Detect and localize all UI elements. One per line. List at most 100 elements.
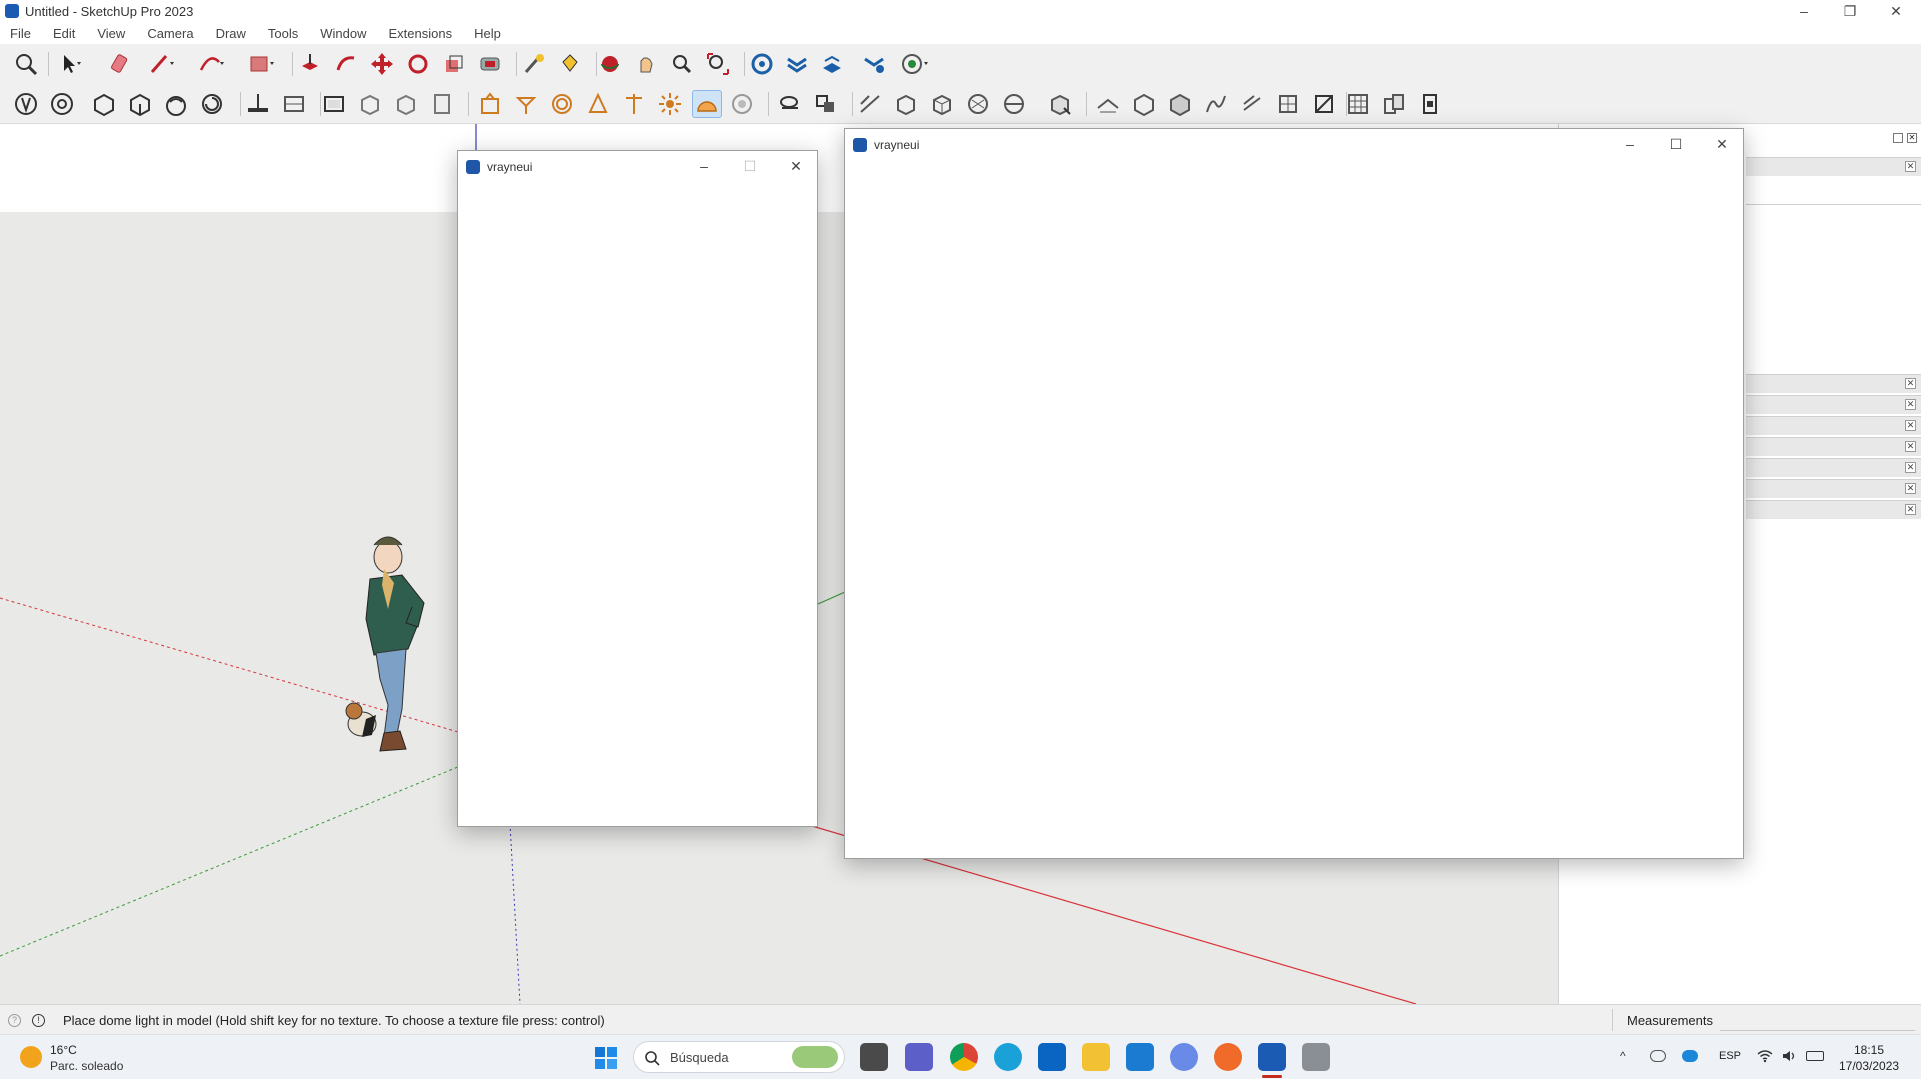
- vray-mesh-clipper-icon[interactable]: [892, 90, 922, 118]
- push-pull-icon[interactable]: [296, 50, 326, 78]
- close-button[interactable]: ✕: [1873, 0, 1919, 22]
- clock-date[interactable]: 17/03/2023: [1839, 1059, 1899, 1073]
- rotate-icon[interactable]: [404, 50, 434, 78]
- views-top-icon[interactable]: [48, 90, 78, 118]
- menu-edit[interactable]: Edit: [53, 26, 75, 41]
- views-front-icon[interactable]: [90, 90, 120, 118]
- file-explorer-icon[interactable]: [1082, 1043, 1110, 1071]
- tray-pin-icon[interactable]: [1893, 133, 1903, 143]
- vray-settings-icon[interactable]: [860, 50, 890, 78]
- section-plane-icon[interactable]: [244, 90, 274, 118]
- grid-icon[interactable]: [1344, 90, 1374, 118]
- edge-icon[interactable]: [994, 1043, 1022, 1071]
- panel-close-icon[interactable]: ✕: [1905, 441, 1916, 452]
- panel-close-icon[interactable]: ✕: [1905, 378, 1916, 389]
- sandbox-from-scratch-icon[interactable]: [1130, 90, 1160, 118]
- sandbox-smoove-icon[interactable]: [1166, 90, 1196, 118]
- app-gray-icon[interactable]: [1302, 1043, 1330, 1071]
- dialog-minimize-button[interactable]: –: [1608, 129, 1652, 159]
- vray-cloud-icon[interactable]: [818, 50, 848, 78]
- menu-draw[interactable]: Draw: [216, 26, 246, 41]
- dialog-maximize-button[interactable]: ☐: [1654, 129, 1698, 159]
- weather-sun-icon[interactable]: [20, 1046, 42, 1068]
- panel-close-icon[interactable]: ✕: [1905, 504, 1916, 515]
- chrome-icon[interactable]: [950, 1043, 978, 1071]
- vray-ies-light-icon[interactable]: [584, 90, 614, 118]
- onedrive-cloud-icon[interactable]: [1650, 1050, 1666, 1062]
- tray-close-icon[interactable]: ✕: [1907, 133, 1917, 143]
- sandbox-drape-icon[interactable]: [1238, 90, 1268, 118]
- menu-view[interactable]: View: [97, 26, 125, 41]
- vray-proxy-icon[interactable]: [812, 90, 842, 118]
- panel-close-icon[interactable]: ✕: [1905, 399, 1916, 410]
- firefox-icon[interactable]: [1214, 1043, 1242, 1071]
- panel-close-icon[interactable]: ✕: [1905, 161, 1916, 172]
- dialog-minimize-button[interactable]: –: [682, 151, 726, 181]
- battery-icon[interactable]: [1806, 1051, 1824, 1061]
- start-button[interactable]: [594, 1046, 618, 1070]
- vray-fur-icon[interactable]: [856, 90, 886, 118]
- arc-icon[interactable]: [196, 50, 226, 78]
- weather-description[interactable]: Parc. soleado: [50, 1059, 123, 1073]
- show-hidden-icons-chevron-icon[interactable]: ^: [1620, 1049, 1634, 1063]
- tray-panel-header[interactable]: ✕: [1746, 437, 1921, 456]
- tray-panel-header[interactable]: ✕: [1746, 479, 1921, 498]
- panel-close-icon[interactable]: ✕: [1905, 462, 1916, 473]
- tray-panel-header[interactable]: ✕: [1746, 458, 1921, 477]
- input-language[interactable]: ESP: [1719, 1050, 1741, 1062]
- sandbox-stamp-icon[interactable]: [1202, 90, 1232, 118]
- pan-hand-icon[interactable]: [632, 50, 662, 78]
- panel-close-icon[interactable]: ✕: [1905, 420, 1916, 431]
- vray-scatter-icon[interactable]: [964, 90, 994, 118]
- vray-infinite-plane-icon[interactable]: [776, 90, 806, 118]
- tray-panel-header[interactable]: ✕: [1746, 500, 1921, 519]
- geo-location-icon[interactable]: ?: [8, 1014, 21, 1027]
- panel-close-icon[interactable]: ✕: [1905, 483, 1916, 494]
- tape-measure-icon[interactable]: [520, 50, 550, 78]
- select-arrow-icon[interactable]: [55, 50, 85, 78]
- menu-camera[interactable]: Camera: [147, 26, 193, 41]
- vray-import-vrscene-icon[interactable]: [1046, 90, 1076, 118]
- vray-mesh-light-icon[interactable]: [728, 90, 758, 118]
- tray-panel-header[interactable]: ✕: [1746, 374, 1921, 393]
- wifi-icon[interactable]: [1757, 1049, 1773, 1063]
- app-blue-icon[interactable]: [1170, 1043, 1198, 1071]
- views-right-icon[interactable]: [126, 90, 156, 118]
- views-iso-icon[interactable]: [12, 90, 42, 118]
- vray-light-gen-icon[interactable]: [476, 90, 506, 118]
- info-icon[interactable]: !: [32, 1014, 45, 1027]
- volume-icon[interactable]: [1782, 1049, 1798, 1063]
- style-xray-icon[interactable]: [320, 90, 350, 118]
- move-icon[interactable]: [368, 50, 398, 78]
- task-view-icon[interactable]: [860, 1043, 888, 1071]
- zoom-extents-icon[interactable]: [704, 50, 734, 78]
- dialog-close-button[interactable]: ✕: [1700, 129, 1744, 159]
- offset-icon[interactable]: [476, 50, 506, 78]
- menu-file[interactable]: File: [10, 26, 31, 41]
- sandbox-from-contours-icon[interactable]: [1094, 90, 1124, 118]
- sketchup-taskbar-icon[interactable]: [1258, 1043, 1286, 1071]
- style-wireframe-icon[interactable]: [356, 90, 386, 118]
- views-back-icon[interactable]: [162, 90, 192, 118]
- paint-bucket-icon[interactable]: [556, 50, 586, 78]
- style-shaded-icon[interactable]: [428, 90, 458, 118]
- minimize-button[interactable]: –: [1781, 0, 1827, 22]
- measurements-input[interactable]: [1720, 1009, 1915, 1031]
- weather-temperature[interactable]: 16°C: [50, 1043, 77, 1057]
- vscode-icon[interactable]: [1126, 1043, 1154, 1071]
- vray-omni-light-icon[interactable]: [620, 90, 650, 118]
- outlook-icon[interactable]: [1038, 1043, 1066, 1071]
- line-pencil-icon[interactable]: [146, 50, 176, 78]
- tray-panel-header[interactable]: ✕: [1746, 157, 1921, 176]
- taskbar-search[interactable]: Búsqueda: [633, 1041, 845, 1073]
- vray-dome-light-icon[interactable]: [692, 90, 722, 118]
- tray-panel-header[interactable]: ✕: [1746, 395, 1921, 414]
- follow-me-icon[interactable]: [332, 50, 362, 78]
- vray-enmesh-icon[interactable]: [1000, 90, 1030, 118]
- dialog-close-button[interactable]: ✕: [774, 151, 818, 181]
- solid-union-icon[interactable]: [1416, 90, 1446, 118]
- dialog-maximize-button[interactable]: ☐: [728, 151, 772, 181]
- tray-panel-header[interactable]: ✕: [1746, 416, 1921, 435]
- dialog-title-bar[interactable]: vrayneui – ☐ ✕: [845, 129, 1743, 159]
- onedrive-blue-icon[interactable]: [1682, 1050, 1698, 1062]
